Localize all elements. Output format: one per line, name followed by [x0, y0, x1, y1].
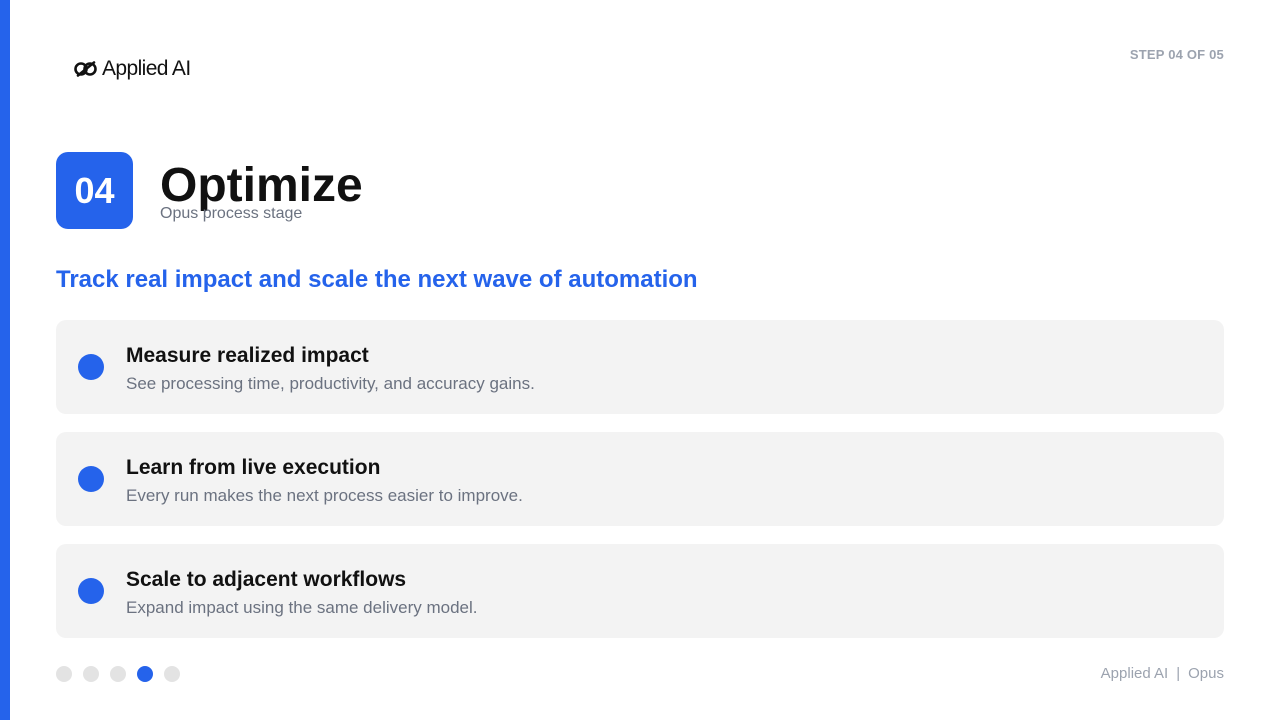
bullet-dot-icon [78, 578, 104, 604]
page-dot-4-active[interactable] [137, 666, 153, 682]
bullet-dot-icon [78, 466, 104, 492]
footer-product: Opus [1188, 665, 1224, 682]
applied-ai-logo-icon [74, 61, 97, 77]
card-description: Expand impact using the same delivery mo… [126, 598, 478, 617]
stage-number-badge: 04 [56, 152, 133, 229]
page-dot-1[interactable] [56, 666, 72, 682]
page-dot-2[interactable] [83, 666, 99, 682]
slide: Applied AI STEP 04 OF 05 04 Optimize Opu… [0, 0, 1280, 720]
tagline: Track real impact and scale the next wav… [56, 266, 698, 293]
page-dot-5[interactable] [164, 666, 180, 682]
card-title: Scale to adjacent workflows [126, 568, 407, 591]
feature-card: Learn from live execution Every run make… [56, 432, 1224, 526]
bullet-dot-icon [78, 354, 104, 380]
brand-logo: Applied AI [74, 57, 191, 81]
brand-name: Applied AI [102, 57, 191, 80]
pagination-dots [56, 666, 180, 682]
card-description: See processing time, productivity, and a… [126, 374, 535, 393]
card-title: Measure realized impact [126, 344, 369, 367]
footer-credit: Applied AI | Opus [1101, 665, 1224, 683]
page-dot-3[interactable] [110, 666, 126, 682]
feature-card: Measure realized impact See processing t… [56, 320, 1224, 414]
footer-separator: | [1176, 665, 1181, 682]
card-title: Learn from live execution [126, 456, 381, 479]
accent-bar [0, 0, 10, 720]
feature-card: Scale to adjacent workflows Expand impac… [56, 544, 1224, 638]
stage-subtitle: Opus process stage [160, 205, 303, 222]
step-indicator: STEP 04 OF 05 [1129, 47, 1224, 62]
footer-company: Applied AI [1100, 665, 1169, 682]
card-description: Every run makes the next process easier … [126, 486, 523, 505]
